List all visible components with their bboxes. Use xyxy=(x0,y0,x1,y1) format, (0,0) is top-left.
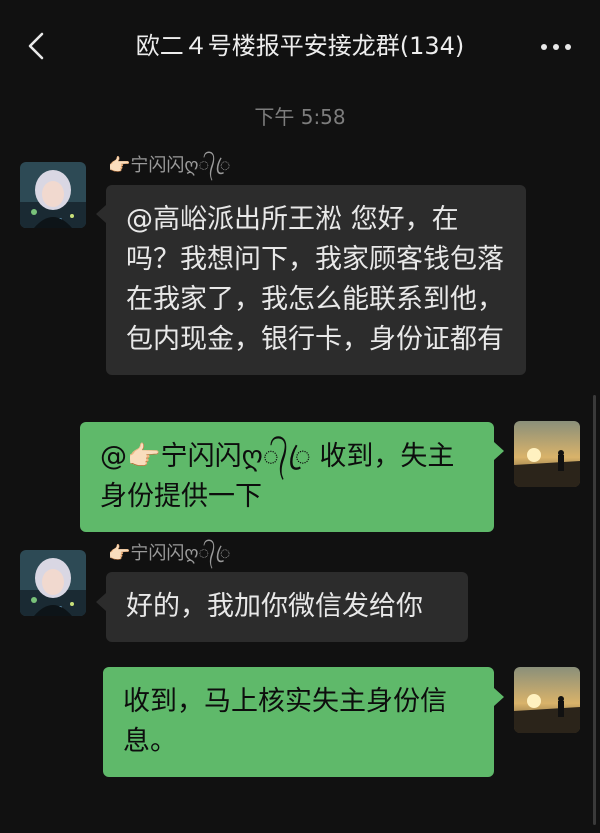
avatar-sunset-icon xyxy=(514,421,580,487)
message-bubble-incoming[interactable]: @高峪派出所王淞 您好，在吗？我想问下，我家顾客钱包落在我家了，我怎么能联系到他… xyxy=(106,185,526,375)
sender-nickname: 👉🏻宁闪闪ღ᭄ꦿ xyxy=(108,155,231,176)
bubble-tail xyxy=(96,205,106,223)
bubble-tail xyxy=(96,593,106,611)
more-dots-icon xyxy=(541,44,571,50)
avatar-girl-icon xyxy=(20,162,86,228)
my-avatar[interactable] xyxy=(514,421,580,487)
sender-avatar[interactable] xyxy=(20,550,86,616)
chat-title: 欧二４号楼报平安接龙群(134) xyxy=(135,32,465,60)
message-bubble-incoming[interactable]: 好的，我加你微信发给你 xyxy=(106,572,468,642)
chat-header: 欧二４号楼报平安接龙群(134) xyxy=(0,0,600,92)
avatar-sunset-icon xyxy=(514,667,580,733)
bubble-tail xyxy=(494,442,504,460)
back-button[interactable] xyxy=(20,28,56,64)
message-timestamp: 下午 5:58 xyxy=(254,105,346,129)
chevron-left-icon xyxy=(28,32,44,60)
message-bubble-outgoing[interactable]: @👉🏻宁闪闪ღ᭄ꦿ 收到，失主身份提供一下 xyxy=(80,422,494,532)
sender-nickname: 👉🏻宁闪闪ღ᭄ꦿ xyxy=(108,543,231,564)
sender-avatar[interactable] xyxy=(20,162,86,228)
my-avatar[interactable] xyxy=(514,667,580,733)
bubble-tail xyxy=(494,688,504,706)
avatar-girl-icon xyxy=(20,550,86,616)
more-button[interactable] xyxy=(536,30,576,62)
scrollbar[interactable] xyxy=(593,395,596,825)
message-bubble-outgoing[interactable]: 收到，马上核实失主身份信息。 xyxy=(103,667,494,777)
chat-screen: 欧二４号楼报平安接龙群(134) 下午 5:58 👉🏻宁闪闪ღ᭄ꦿ @高峪派出所… xyxy=(0,0,600,833)
